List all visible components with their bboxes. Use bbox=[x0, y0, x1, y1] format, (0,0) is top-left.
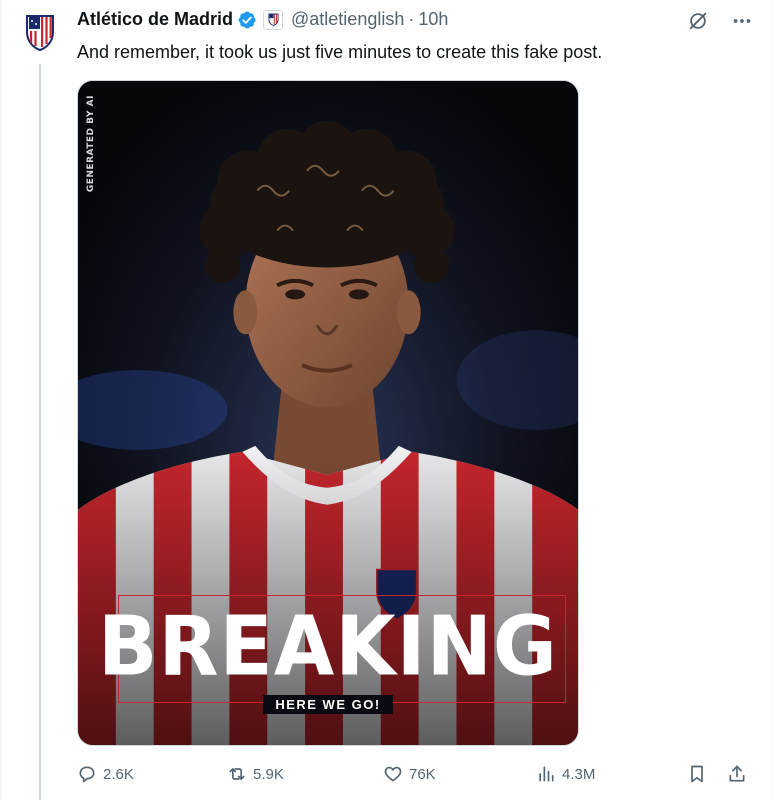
breaking-headline: BREAKING bbox=[98, 599, 558, 695]
like-count: 76K bbox=[409, 765, 436, 783]
tweet-text: And remember, it took us just five minut… bbox=[77, 42, 603, 62]
reply-count: 2.6K bbox=[103, 765, 134, 783]
affiliate-badge-icon[interactable] bbox=[263, 9, 284, 30]
account-name[interactable]: Atlético de Madrid bbox=[77, 9, 233, 30]
tweet-header: Atlético de Madrid @atletienglish · 10h bbox=[77, 9, 448, 30]
grok-icon[interactable] bbox=[685, 8, 711, 34]
timestamp[interactable]: 10h bbox=[418, 9, 448, 30]
reply-icon bbox=[79, 766, 95, 783]
like-button[interactable]: 76K bbox=[383, 764, 436, 784]
left-border bbox=[0, 0, 1, 800]
views-button[interactable]: 4.3M bbox=[536, 764, 595, 784]
subline-wrap: HERE WE GO! bbox=[78, 695, 578, 714]
account-handle[interactable]: @atletienglish bbox=[291, 9, 404, 30]
reply-button[interactable]: 2.6K bbox=[77, 764, 134, 784]
club-crest-icon bbox=[26, 15, 54, 52]
repost-icon bbox=[229, 768, 245, 780]
bookmark-button[interactable] bbox=[687, 764, 707, 784]
here-we-go-subline: HERE WE GO! bbox=[263, 695, 393, 714]
views-count: 4.3M bbox=[562, 765, 596, 783]
views-icon bbox=[539, 766, 554, 782]
share-icon bbox=[729, 765, 745, 782]
separator-dot: · bbox=[408, 9, 415, 29]
thread-connector bbox=[39, 64, 41, 800]
bookmark-icon bbox=[691, 765, 703, 783]
avatar[interactable] bbox=[24, 12, 56, 52]
repost-button[interactable]: 5.9K bbox=[227, 764, 284, 784]
repost-count: 5.9K bbox=[253, 765, 284, 783]
share-button[interactable] bbox=[727, 764, 747, 784]
verified-badge-icon[interactable] bbox=[237, 10, 257, 30]
tweet-top-actions bbox=[685, 8, 755, 34]
like-icon bbox=[384, 766, 402, 782]
tweet-action-bar: 2.6K 5.9K 76K 4.3M bbox=[77, 764, 755, 790]
more-icon[interactable] bbox=[729, 8, 755, 34]
tweet-media-image[interactable]: GENERATED BY AI BREAKING HERE WE GO! bbox=[77, 80, 579, 746]
generated-by-ai-label: GENERATED BY AI bbox=[86, 95, 96, 193]
